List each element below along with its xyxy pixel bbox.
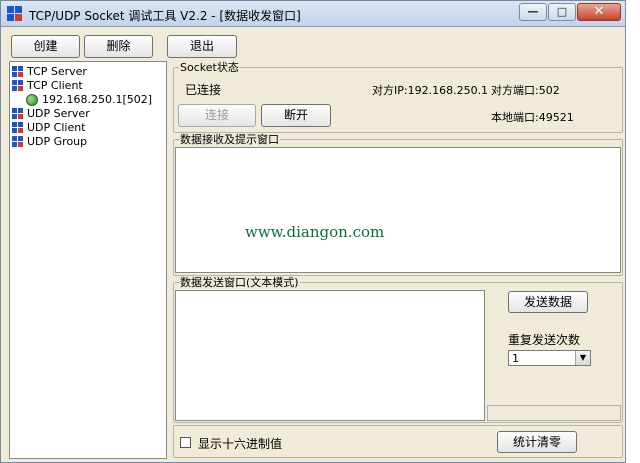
chevron-down-icon[interactable]: ▼ <box>575 351 590 365</box>
maximize-button[interactable]: □ <box>548 3 576 21</box>
app-icon <box>7 6 23 22</box>
close-button[interactable]: ✕ <box>577 3 621 21</box>
tree-item-connection[interactable]: 192.168.250.1[502] <box>10 93 160 107</box>
receive-content: www.diangon.com <box>245 223 385 241</box>
connection-globe-icon <box>26 94 38 106</box>
main-window: TCP/UDP Socket 调试工具 V2.2 - [数据收发窗口] — □ … <box>0 0 626 463</box>
send-status-box <box>487 405 621 421</box>
tree-item-label: 192.168.250.1[502] <box>42 93 153 106</box>
tree-item-label: UDP Client <box>27 121 86 134</box>
repeat-count-value: 1 <box>512 352 519 365</box>
send-textarea[interactable] <box>175 290 485 421</box>
title-bar[interactable]: TCP/UDP Socket 调试工具 V2.2 - [数据收发窗口] — □ … <box>1 1 625 27</box>
tree-item-udp-client[interactable]: UDP Client <box>10 121 160 135</box>
clear-stats-button[interactable]: 统计清零 <box>497 431 577 453</box>
connection-tree[interactable]: TCP Server TCP Client 192.168.250.1[502]… <box>9 61 167 459</box>
minimize-button[interactable]: — <box>519 3 547 21</box>
remote-ip: 对方IP:192.168.250.1 <box>372 84 489 97</box>
window-controls: — □ ✕ <box>518 3 621 23</box>
receive-textarea[interactable]: www.diangon.com <box>175 147 621 273</box>
network-icon <box>12 66 23 77</box>
create-button[interactable]: 创建 <box>11 35 80 58</box>
tree-item-label: TCP Client <box>27 79 83 92</box>
hex-display-checkbox[interactable] <box>180 437 191 448</box>
send-data-button[interactable]: 发送数据 <box>508 291 588 313</box>
local-port: 本地端口:49521 <box>491 111 574 124</box>
tree-item-label: UDP Server <box>27 107 90 120</box>
hex-display-label: 显示十六进制值 <box>198 437 283 451</box>
network-icon <box>12 122 23 133</box>
tree-item-tcp-server[interactable]: TCP Server <box>10 65 160 79</box>
maximize-icon: □ <box>556 5 568 18</box>
disconnect-button[interactable]: 断开 <box>261 104 331 127</box>
receive-legend: 数据接收及提示窗口 <box>179 133 280 146</box>
socket-status-legend: Socket状态 <box>179 61 240 74</box>
network-icon <box>12 80 23 91</box>
network-icon <box>12 136 23 147</box>
send-legend: 数据发送窗口(文本模式) <box>179 276 300 289</box>
tree-item-udp-group[interactable]: UDP Group <box>10 135 160 149</box>
tree-item-tcp-client[interactable]: TCP Client <box>10 79 160 93</box>
tree-item-udp-server[interactable]: UDP Server <box>10 107 160 121</box>
network-icon <box>12 108 23 119</box>
close-icon: ✕ <box>593 4 605 19</box>
connection-state: 已连接 <box>185 83 222 97</box>
repeat-count-label: 重复发送次数 <box>508 333 581 347</box>
remote-port: 对方端口:502 <box>491 84 560 97</box>
window-title: TCP/UDP Socket 调试工具 V2.2 - [数据收发窗口] <box>29 9 301 23</box>
delete-button[interactable]: 删除 <box>84 35 153 58</box>
repeat-count-select[interactable]: 1 ▼ <box>508 350 591 366</box>
minimize-icon: — <box>527 5 539 18</box>
exit-button[interactable]: 退出 <box>167 35 237 58</box>
tree-item-label: TCP Server <box>27 65 87 78</box>
tree-item-label: UDP Group <box>27 135 88 148</box>
connect-button[interactable]: 连接 <box>178 104 256 127</box>
